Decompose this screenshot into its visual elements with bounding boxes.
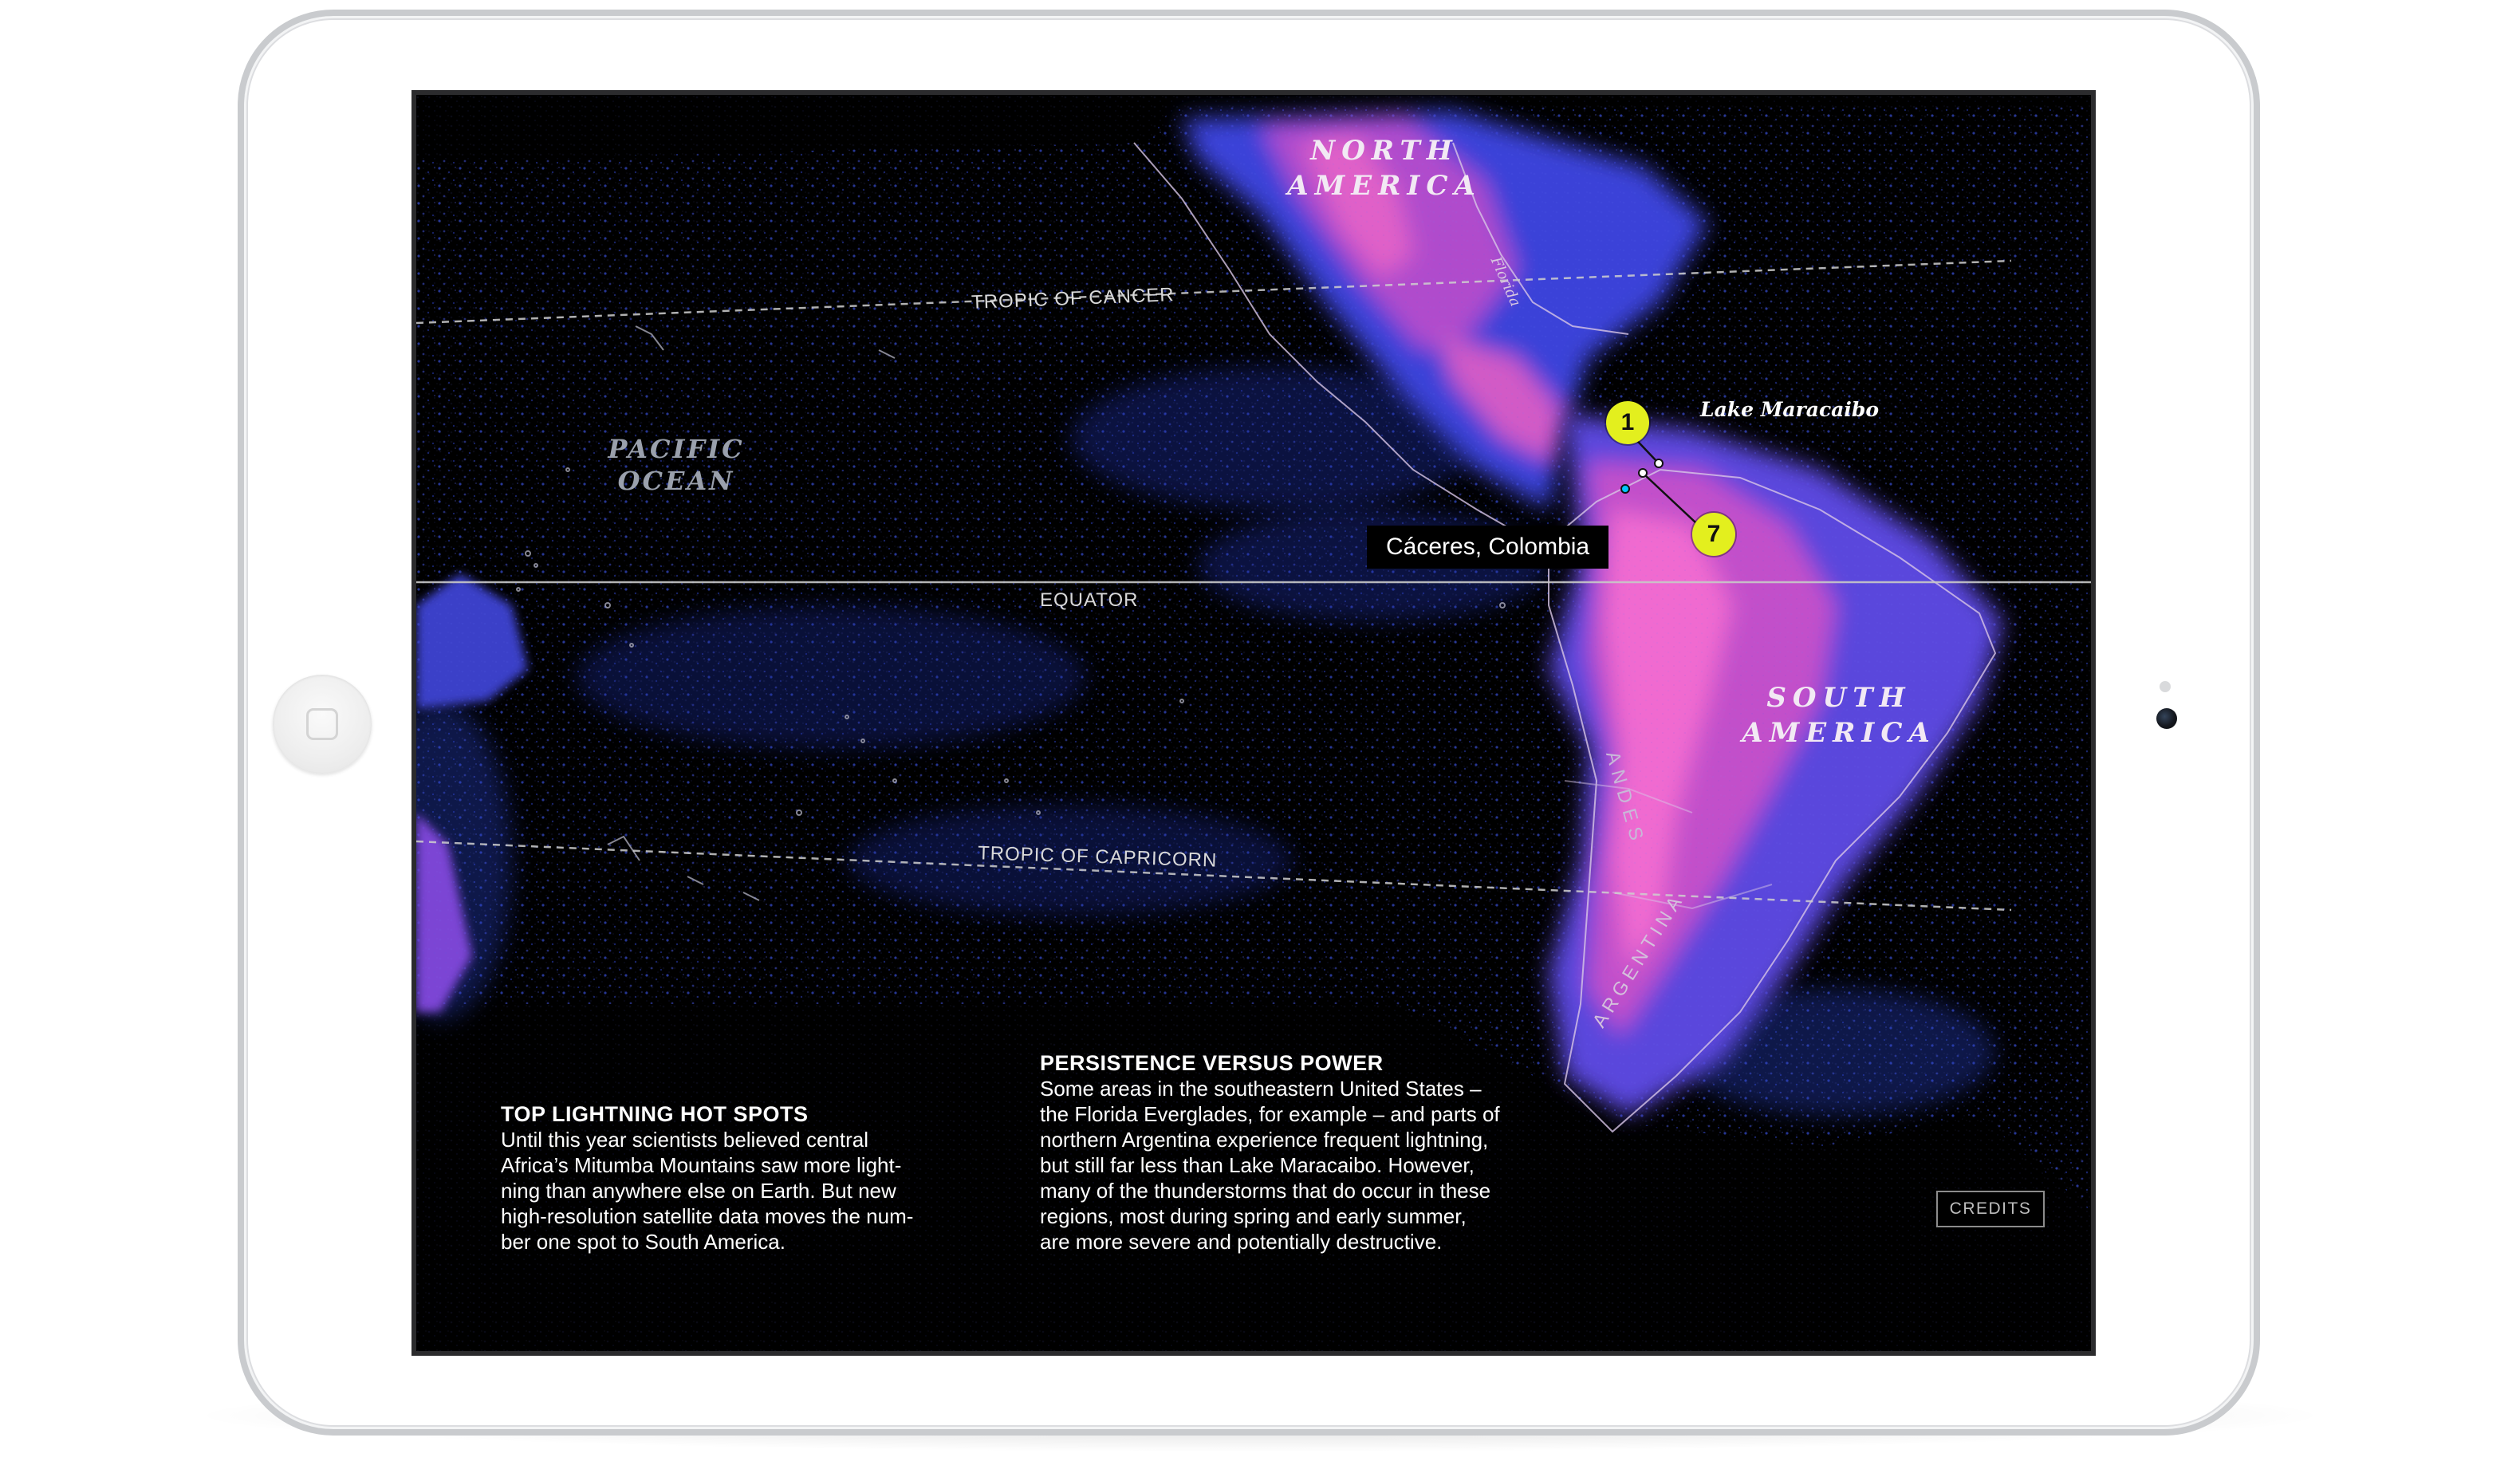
hotspot-marker-7[interactable]: 7 xyxy=(1692,513,1735,556)
hot-spots-line: Africa’s Mitumba Mountains saw more ligh… xyxy=(501,1153,902,1177)
hot-spots-line: Until this year scientists believed cent… xyxy=(501,1128,868,1152)
persistence-text: PERSISTENCE VERSUS POWER Some areas in t… xyxy=(1040,1050,1566,1254)
hot-spots-line: high-resolution satellite data moves the… xyxy=(501,1204,914,1228)
persistence-line: but still far less than Lake Maracaibo. … xyxy=(1040,1153,1475,1177)
equator-label: EQUATOR xyxy=(1040,589,1139,611)
app-screen: NORTH AMERICA SOUTH AMERICA PACIFIC OCEA… xyxy=(416,95,2091,1351)
persistence-line: regions, most during spring and early su… xyxy=(1040,1204,1467,1228)
credits-button[interactable]: CREDITS xyxy=(1936,1191,2045,1227)
north-america-label: NORTH AMERICA xyxy=(1281,133,1488,203)
north-america-line-2: AMERICA xyxy=(1287,170,1482,202)
home-button[interactable] xyxy=(273,675,372,774)
south-america-line-1: SOUTH xyxy=(1766,682,1912,714)
lake-maracaibo-label: Lake Maracaibo xyxy=(1700,398,1880,421)
persistence-line: Some areas in the southeastern United St… xyxy=(1040,1077,1482,1101)
south-america-line-2: AMERICA xyxy=(1742,717,1936,749)
pacific-ocean-line-1: PACIFIC xyxy=(608,434,745,464)
north-america-line-1: NORTH xyxy=(1310,135,1459,167)
persistence-line: are more severe and potentially destruct… xyxy=(1040,1230,1443,1254)
hot-spots-line: ning than anywhere else on Earth. But ne… xyxy=(501,1179,896,1203)
hot-spots-text: TOP LIGHTNING HOT SPOTS Until this year … xyxy=(501,1101,979,1254)
persistence-heading: PERSISTENCE VERSUS POWER xyxy=(1040,1051,1384,1075)
pacific-ocean-line-2: OCEAN xyxy=(617,466,735,496)
hotspot-marker-1[interactable]: 1 xyxy=(1606,401,1649,444)
home-button-square-icon xyxy=(306,708,338,740)
persistence-line: the Florida Everglades, for example – an… xyxy=(1040,1102,1500,1126)
persistence-line: many of the thunderstorms that do occur … xyxy=(1040,1179,1491,1203)
pacific-ocean-label: PACIFIC OCEAN xyxy=(589,433,764,497)
caceres-colombia-label: Cáceres, Colombia xyxy=(1367,526,1609,569)
camera-icon xyxy=(2156,708,2177,729)
hot-spots-heading: TOP LIGHTNING HOT SPOTS xyxy=(501,1102,809,1126)
hot-spots-line: ber one spot to South America. xyxy=(501,1230,786,1254)
persistence-line: northern Argentina experience frequent l… xyxy=(1040,1128,1489,1152)
south-america-label: SOUTH AMERICA xyxy=(1735,680,1943,750)
light-sensor xyxy=(2160,681,2171,692)
